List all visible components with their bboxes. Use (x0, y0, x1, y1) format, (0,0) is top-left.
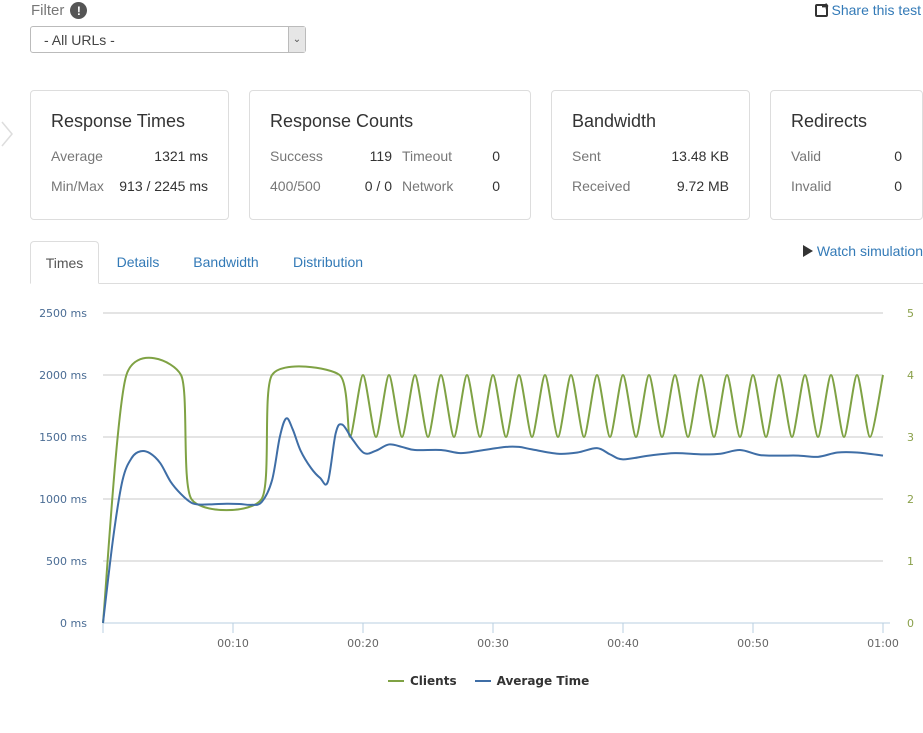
tab-label: Bandwidth (193, 254, 259, 270)
card-title: Redirects (791, 111, 868, 131)
filter-label-text: Filter (31, 2, 65, 19)
share-test-link[interactable]: Share this test (814, 2, 922, 18)
network-label: Network (402, 178, 454, 194)
minmax-value: 913 / 2245 ms (119, 178, 208, 194)
redirects-card: Redirects Valid 0 Invalid 0 (770, 90, 923, 220)
exclamation-icon[interactable]: ! (70, 2, 88, 19)
chevron-down-icon[interactable]: ⌄ (288, 27, 305, 52)
times-chart: 0 ms 500 ms 1000 ms 1500 ms 2000 ms 2500 ms 0… (39, 307, 914, 650)
response-times-card: Response Times Average 1321 ms Min/Max 9… (30, 90, 229, 220)
errors-label: 400/500 (270, 178, 321, 194)
url-filter-select[interactable]: - All URLs - ⌄ (30, 26, 306, 53)
tab-bandwidth[interactable]: Bandwidth (183, 241, 269, 283)
average-time-line (102, 417, 884, 624)
x-tick-label: 00:10 (217, 637, 249, 650)
received-value: 9.72 MB (676, 178, 729, 194)
y-right-tick-label: 1 (907, 555, 914, 568)
legend-average-time[interactable]: Average Time (474, 674, 590, 688)
response-counts-card: Response Counts Success 119 Timeout 0 40… (249, 90, 531, 220)
network-value: 0 (492, 178, 500, 194)
share-icon (814, 3, 828, 17)
tab-distribution[interactable]: Distribution (284, 241, 372, 283)
clients-line (102, 356, 884, 624)
bandwidth-card: Bandwidth Sent 13.48 KB Received 9.72 MB (551, 90, 750, 220)
y-right-tick-label: 5 (907, 307, 914, 320)
watch-label: Watch simulation (816, 243, 923, 259)
url-filter-selected: - All URLs - (44, 31, 115, 48)
x-tick-label: 00:20 (347, 637, 379, 650)
minmax-label: Min/Max (51, 178, 104, 194)
share-label: Share this test (831, 2, 922, 18)
received-label: Received (572, 178, 631, 194)
success-value: 119 (369, 148, 392, 164)
y-left-tick-label: 1500 ms (39, 431, 87, 444)
clients-swatch (388, 680, 404, 682)
x-axis: 00:10 00:20 00:30 00:40 00:50 01:00 (102, 622, 899, 650)
chart-legend: Clients Average Time (388, 674, 589, 688)
play-icon (802, 245, 813, 257)
y-left-tick-label: 500 ms (46, 555, 87, 568)
tab-label: Details (116, 254, 160, 270)
tab-label: Distribution (292, 254, 364, 270)
valid-label: Valid (791, 148, 822, 164)
y-right-tick-label: 4 (907, 369, 914, 382)
sent-label: Sent (572, 148, 601, 164)
average-label: Average (51, 148, 103, 164)
y-left-tick-label: 1000 ms (39, 493, 87, 506)
card-title: Bandwidth (572, 111, 657, 131)
errors-value: 0 / 0 (364, 178, 392, 194)
series-lines (102, 356, 884, 624)
filter-label: Filter ! (31, 2, 88, 19)
average-time-swatch (474, 680, 491, 682)
legend-label: Clients (410, 674, 457, 688)
chevron-right-icon[interactable] (0, 120, 14, 148)
x-tick-label: 00:40 (607, 637, 639, 650)
y-right-tick-label: 0 (907, 617, 914, 630)
sent-value: 13.48 KB (671, 148, 729, 164)
y-left-tick-label: 2000 ms (39, 369, 87, 382)
y-right-tick-label: 3 (907, 431, 914, 444)
y-axis-left: 0 ms 500 ms 1000 ms 1500 ms 2000 ms 2500 ms (39, 307, 87, 630)
legend-clients[interactable]: Clients (388, 674, 457, 688)
y-axis-right: 0 1 2 3 4 5 (907, 307, 914, 630)
x-tick-label: 00:50 (737, 637, 769, 650)
invalid-label: Invalid (791, 178, 832, 194)
success-label: Success (270, 148, 323, 164)
timeout-label: Timeout (402, 148, 453, 164)
invalid-value: 0 (894, 178, 902, 194)
x-tick-label: 01:00 (867, 637, 899, 650)
average-value: 1321 ms (154, 148, 208, 164)
chart-tabs: Times Details Bandwidth Distribution (30, 241, 923, 284)
timeout-value: 0 (492, 148, 500, 164)
valid-value: 0 (894, 148, 902, 164)
card-title: Response Times (51, 111, 186, 131)
tab-times[interactable]: Times (30, 241, 99, 284)
watch-simulation-link[interactable]: Watch simulation (802, 243, 923, 259)
x-tick-label: 00:30 (477, 637, 509, 650)
y-right-tick-label: 2 (907, 493, 914, 506)
y-left-tick-label: 2500 ms (39, 307, 87, 320)
tab-label: Times (45, 254, 84, 271)
card-title: Response Counts (270, 111, 414, 131)
y-left-tick-label: 0 ms (60, 617, 87, 630)
legend-label: Average Time (496, 674, 590, 688)
tab-details[interactable]: Details (106, 241, 170, 283)
